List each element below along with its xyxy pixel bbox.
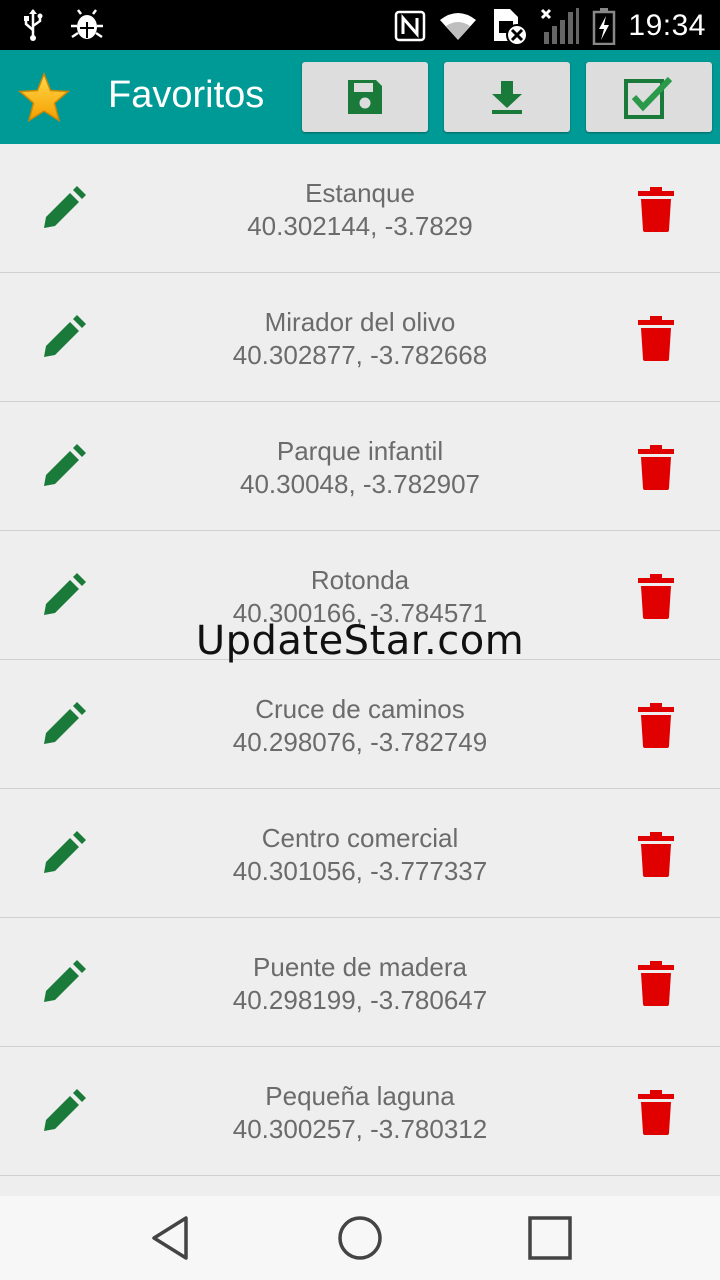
battery-charging-icon [593, 8, 616, 45]
list-item[interactable]: Puente de madera 40.298199, -3.780647 [0, 918, 720, 1047]
star-icon [18, 72, 70, 123]
watermark: UpdateStar.com [195, 618, 525, 664]
list-item[interactable]: Parque infantil 40.30048, -3.782907 [0, 402, 720, 531]
edit-icon[interactable] [40, 186, 86, 232]
clock: 19:34 [628, 9, 706, 42]
app-bar: Favoritos [0, 50, 720, 144]
nfc-icon [395, 10, 426, 42]
list-item[interactable]: Pequeña laguna 40.300257, -3.780312 [0, 1047, 720, 1176]
list-item[interactable]: Estanque 40.302144, -3.7829 [0, 144, 720, 273]
sim-error-icon [494, 9, 529, 45]
favorite-name: Estanque [305, 178, 415, 208]
delete-icon[interactable] [636, 186, 676, 232]
favorite-coords: 40.301056, -3.777337 [232, 856, 488, 886]
save-button[interactable] [302, 62, 428, 132]
favorite-coords: 40.30048, -3.782907 [240, 469, 480, 499]
edit-icon[interactable] [40, 960, 86, 1006]
favorite-name: Rotonda [310, 565, 410, 595]
favorite-coords: 40.300257, -3.780312 [232, 1114, 488, 1144]
edit-icon[interactable] [40, 831, 86, 877]
signal-icon [541, 8, 580, 44]
save-icon [348, 80, 382, 114]
favorite-name: Pequeña laguna [265, 1081, 455, 1111]
download-button[interactable] [444, 62, 570, 132]
home-icon[interactable] [332, 1212, 388, 1264]
download-icon [492, 81, 522, 114]
delete-icon[interactable] [636, 573, 676, 619]
edit-icon[interactable] [40, 1089, 86, 1135]
select-all-button[interactable] [586, 62, 712, 132]
edit-icon[interactable] [40, 573, 86, 619]
delete-icon[interactable] [636, 702, 676, 748]
favorite-name: Parque infantil [276, 436, 444, 466]
list-item[interactable]: Centro comercial 40.301056, -3.777337 [0, 789, 720, 918]
delete-icon[interactable] [636, 444, 676, 490]
edit-icon[interactable] [40, 315, 86, 361]
navigation-bar [0, 1196, 720, 1280]
usb-icon [24, 9, 43, 41]
select-all-icon [624, 76, 673, 119]
list-item[interactable]: Mirador del olivo 40.302877, -3.782668 [0, 273, 720, 402]
wifi-icon [440, 13, 477, 40]
favorite-name: Mirador del olivo [264, 307, 456, 337]
favorite-coords: 40.298199, -3.780647 [232, 985, 488, 1015]
status-bar: 19:34 [0, 0, 720, 50]
favorite-coords: 40.302877, -3.782668 [232, 340, 488, 370]
recents-icon[interactable] [522, 1212, 578, 1264]
back-icon[interactable] [142, 1212, 198, 1264]
delete-icon[interactable] [636, 831, 676, 877]
favorite-coords: 40.302144, -3.7829 [247, 211, 473, 241]
edit-icon[interactable] [40, 702, 86, 748]
favorite-name: Cruce de caminos [255, 694, 465, 724]
favorite-name: Puente de madera [253, 952, 467, 982]
delete-icon[interactable] [636, 315, 676, 361]
page-title: Favoritos [108, 74, 265, 116]
delete-icon[interactable] [636, 1089, 676, 1135]
favorite-name: Centro comercial [261, 823, 459, 853]
favorite-coords: 40.298076, -3.782749 [232, 727, 488, 757]
edit-icon[interactable] [40, 444, 86, 490]
list-item[interactable]: Cruce de caminos 40.298076, -3.782749 [0, 660, 720, 789]
debug-icon [71, 9, 103, 39]
delete-icon[interactable] [636, 960, 676, 1006]
